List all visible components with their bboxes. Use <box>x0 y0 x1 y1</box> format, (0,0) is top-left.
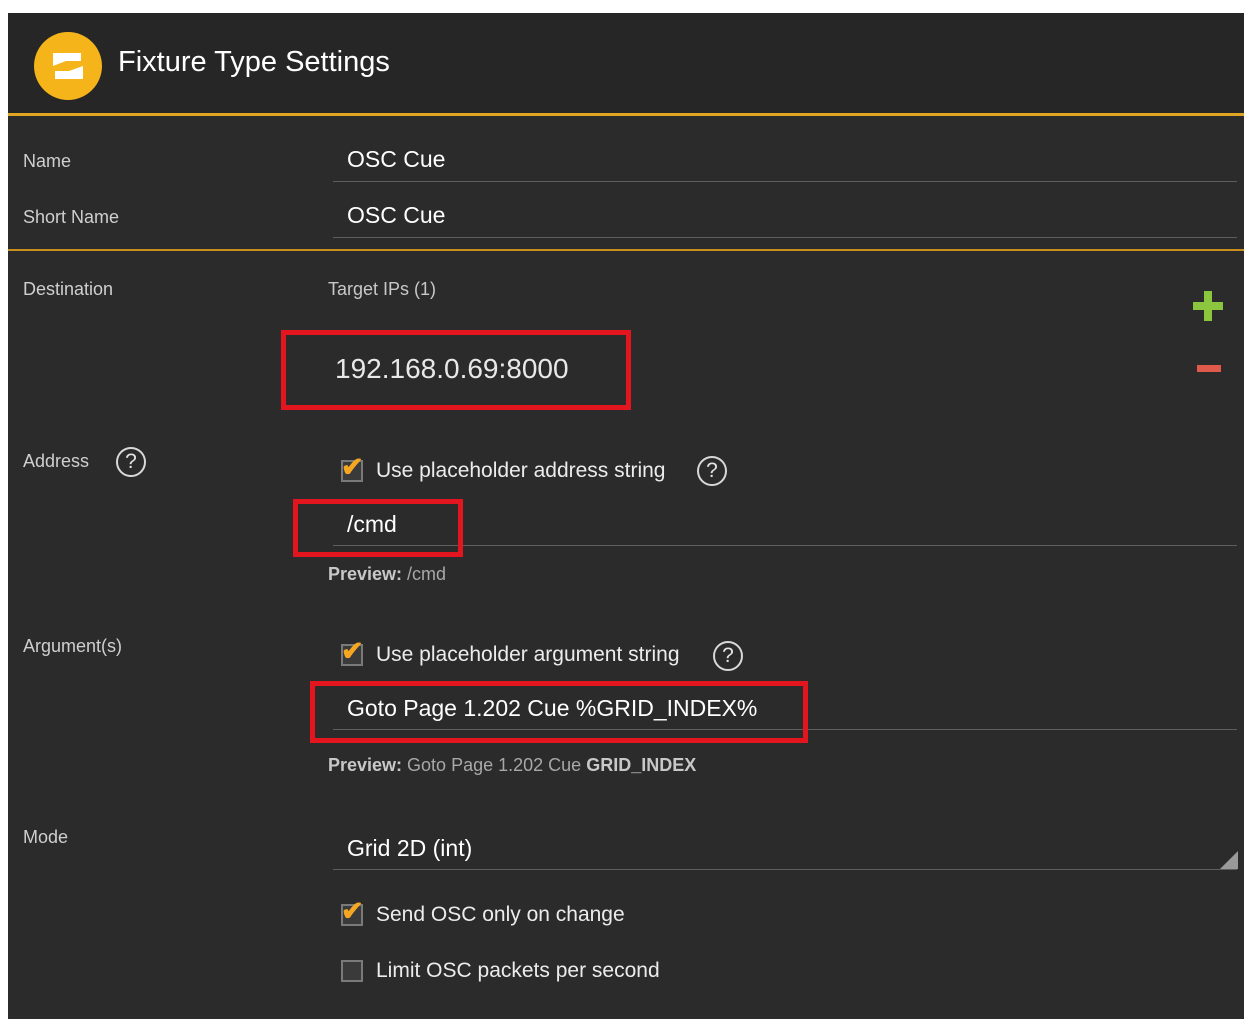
address-placeholder-label: Use placeholder address string <box>376 459 666 482</box>
page-title: Fixture Type Settings <box>118 46 390 78</box>
address-field[interactable]: /cmd <box>333 505 1237 546</box>
header: Fixture Type Settings <box>8 13 1244 113</box>
highlight-arguments-box <box>310 681 808 743</box>
dropdown-arrow-icon <box>1220 851 1238 869</box>
argument-placeholder-label: Use placeholder argument string <box>376 643 680 666</box>
header-divider <box>8 113 1244 116</box>
arguments-label: Argument(s) <box>23 636 123 656</box>
limit-packets-label: Limit OSC packets per second <box>376 959 660 982</box>
remove-ip-icon[interactable] <box>1197 365 1221 372</box>
short-name-label: Short Name <box>23 207 120 227</box>
highlight-address-box <box>293 499 463 557</box>
mode-value: Grid 2D (int) <box>347 835 473 861</box>
address-placeholder-help-icon[interactable]: ? <box>697 456 727 486</box>
target-ips-label: Target IPs (1) <box>328 279 437 299</box>
app-logo-icon <box>34 32 102 100</box>
address-help-icon[interactable]: ? <box>116 447 146 477</box>
check-icon: ✔ <box>341 636 364 666</box>
mode-select[interactable]: Grid 2D (int) <box>333 831 1237 870</box>
check-icon: ✔ <box>341 896 364 926</box>
highlight-ip-box <box>281 330 631 410</box>
section-divider <box>8 249 1244 251</box>
short-name-field[interactable]: OSC Cue <box>333 194 1237 238</box>
name-value: OSC Cue <box>347 146 446 172</box>
destination-label: Destination <box>23 279 114 299</box>
arguments-preview: Preview: Goto Page 1.202 Cue GRID_INDEX <box>328 755 697 775</box>
address-preview: Preview: /cmd <box>328 564 447 584</box>
limit-packets-checkbox[interactable] <box>341 960 363 982</box>
send-on-change-checkbox[interactable]: ✔ <box>341 898 364 926</box>
mode-label: Mode <box>23 827 69 847</box>
argument-placeholder-checkbox[interactable]: ✔ <box>341 638 364 666</box>
name-field[interactable]: OSC Cue <box>333 138 1237 182</box>
short-name-value: OSC Cue <box>347 202 446 228</box>
address-label: Address <box>23 451 90 471</box>
name-label: Name <box>23 151 72 171</box>
argument-placeholder-help-icon[interactable]: ? <box>713 641 743 671</box>
send-on-change-label: Send OSC only on change <box>376 903 625 926</box>
address-placeholder-checkbox[interactable]: ✔ <box>341 454 364 482</box>
check-icon: ✔ <box>341 452 364 482</box>
add-ip-icon[interactable] <box>1193 291 1223 321</box>
fixture-settings-panel: Fixture Type Settings Name OSC Cue Short… <box>8 13 1244 1019</box>
